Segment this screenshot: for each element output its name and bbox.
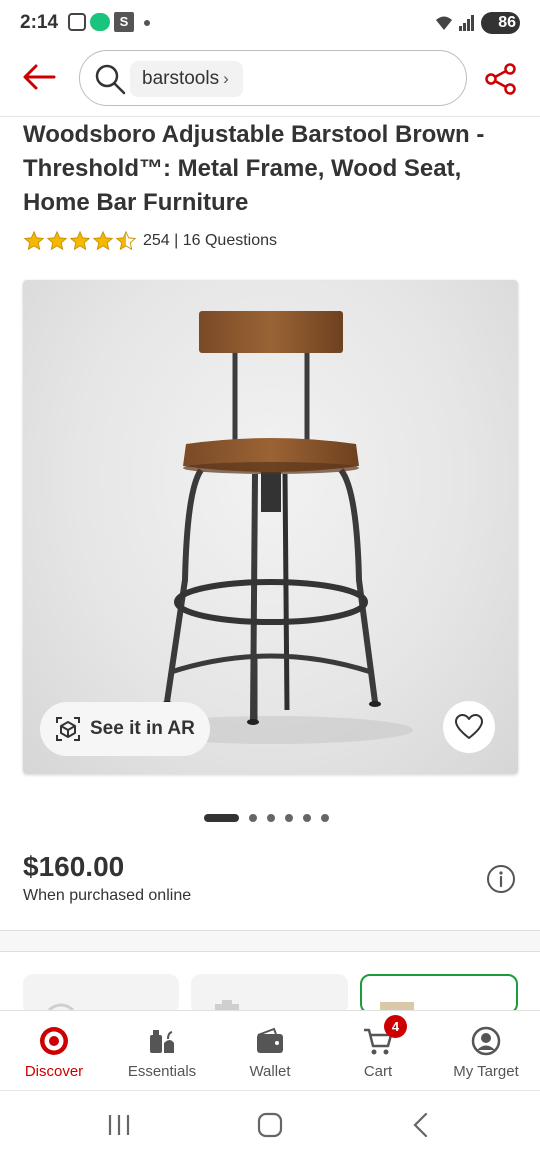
target-logo-icon	[40, 1027, 68, 1055]
wallet-icon	[257, 1027, 283, 1053]
star-half-icon	[115, 230, 137, 251]
carousel-dot[interactable]	[321, 814, 329, 822]
price-note: When purchased online	[23, 887, 192, 904]
product-title: Woodsboro Adjustable Barstool Brown - Th…	[23, 121, 485, 216]
ar-cube-icon	[56, 717, 80, 741]
nav-label: Wallet	[249, 1063, 291, 1080]
nav-label: Discover	[24, 1063, 84, 1080]
recents-icon[interactable]	[104, 1111, 134, 1139]
search-bar[interactable]: barstools ›	[79, 50, 467, 106]
rating-count-text[interactable]: 254 | 16 Questions	[143, 232, 277, 250]
share-icon[interactable]	[484, 62, 518, 96]
nav-discover[interactable]: Discover	[0, 1011, 108, 1091]
bottom-nav: Discover Essentials Wallet 4 Cart My Tar…	[0, 1010, 540, 1090]
battery-indicator: 86	[481, 12, 520, 34]
back-icon[interactable]	[406, 1111, 436, 1139]
play-store-icon	[90, 13, 110, 31]
carousel-dot[interactable]	[267, 814, 275, 822]
fulfillment-option-pickup[interactable]	[191, 974, 348, 1014]
nav-wallet[interactable]: Wallet	[216, 1011, 324, 1091]
carousel-dot-active[interactable]	[204, 814, 239, 822]
account-icon	[471, 1026, 501, 1056]
carousel-dot[interactable]	[249, 814, 257, 822]
search-query-chip[interactable]: barstools ›	[130, 61, 243, 97]
nav-my-target[interactable]: My Target	[432, 1011, 540, 1091]
chevron-right-icon: ›	[223, 69, 229, 88]
back-arrow-icon[interactable]	[22, 62, 56, 92]
system-nav-bar	[0, 1090, 540, 1158]
app-header: barstools ›	[0, 48, 540, 116]
star-rating	[23, 230, 137, 252]
favorite-button[interactable]	[443, 701, 495, 753]
image-carousel-dots	[204, 813, 329, 823]
signal-icon	[459, 15, 474, 31]
notification-dot-icon	[144, 20, 150, 26]
info-icon[interactable]	[486, 864, 516, 894]
nav-cart[interactable]: 4 Cart	[324, 1011, 432, 1091]
carousel-dot[interactable]	[303, 814, 311, 822]
status-bar: 2:14 S 86	[0, 0, 540, 48]
nav-label: Essentials	[127, 1063, 197, 1080]
cart-count-badge: 4	[384, 1015, 407, 1038]
s-badge-icon: S	[114, 12, 134, 32]
heart-icon	[455, 714, 483, 739]
home-icon[interactable]	[255, 1111, 285, 1139]
screenshot-icon	[68, 13, 86, 31]
barstool-image	[133, 311, 413, 744]
fulfillment-option-shipping[interactable]	[23, 974, 179, 1014]
rating-row[interactable]: 254 | 16 Questions	[23, 229, 277, 253]
star-full-icon	[69, 230, 91, 251]
status-time: 2:14	[20, 12, 59, 33]
search-icon	[95, 64, 126, 95]
header-divider	[0, 116, 540, 117]
ar-label: See it in AR	[90, 718, 195, 739]
price: $160.00	[23, 851, 125, 882]
star-full-icon	[92, 230, 114, 251]
see-in-ar-button[interactable]: See it in AR	[40, 702, 210, 756]
wifi-icon	[436, 16, 452, 30]
section-divider	[0, 930, 540, 952]
search-query-text: barstools	[142, 68, 220, 89]
carousel-dot[interactable]	[285, 814, 293, 822]
essentials-icon	[150, 1030, 174, 1053]
star-full-icon	[23, 230, 45, 251]
nav-label: My Target	[453, 1063, 519, 1080]
star-full-icon	[46, 230, 68, 251]
nav-essentials[interactable]: Essentials	[108, 1011, 216, 1091]
product-image[interactable]: See it in AR	[23, 280, 518, 774]
nav-label: Cart	[363, 1063, 393, 1080]
fulfillment-option-delivery[interactable]	[360, 974, 518, 1014]
